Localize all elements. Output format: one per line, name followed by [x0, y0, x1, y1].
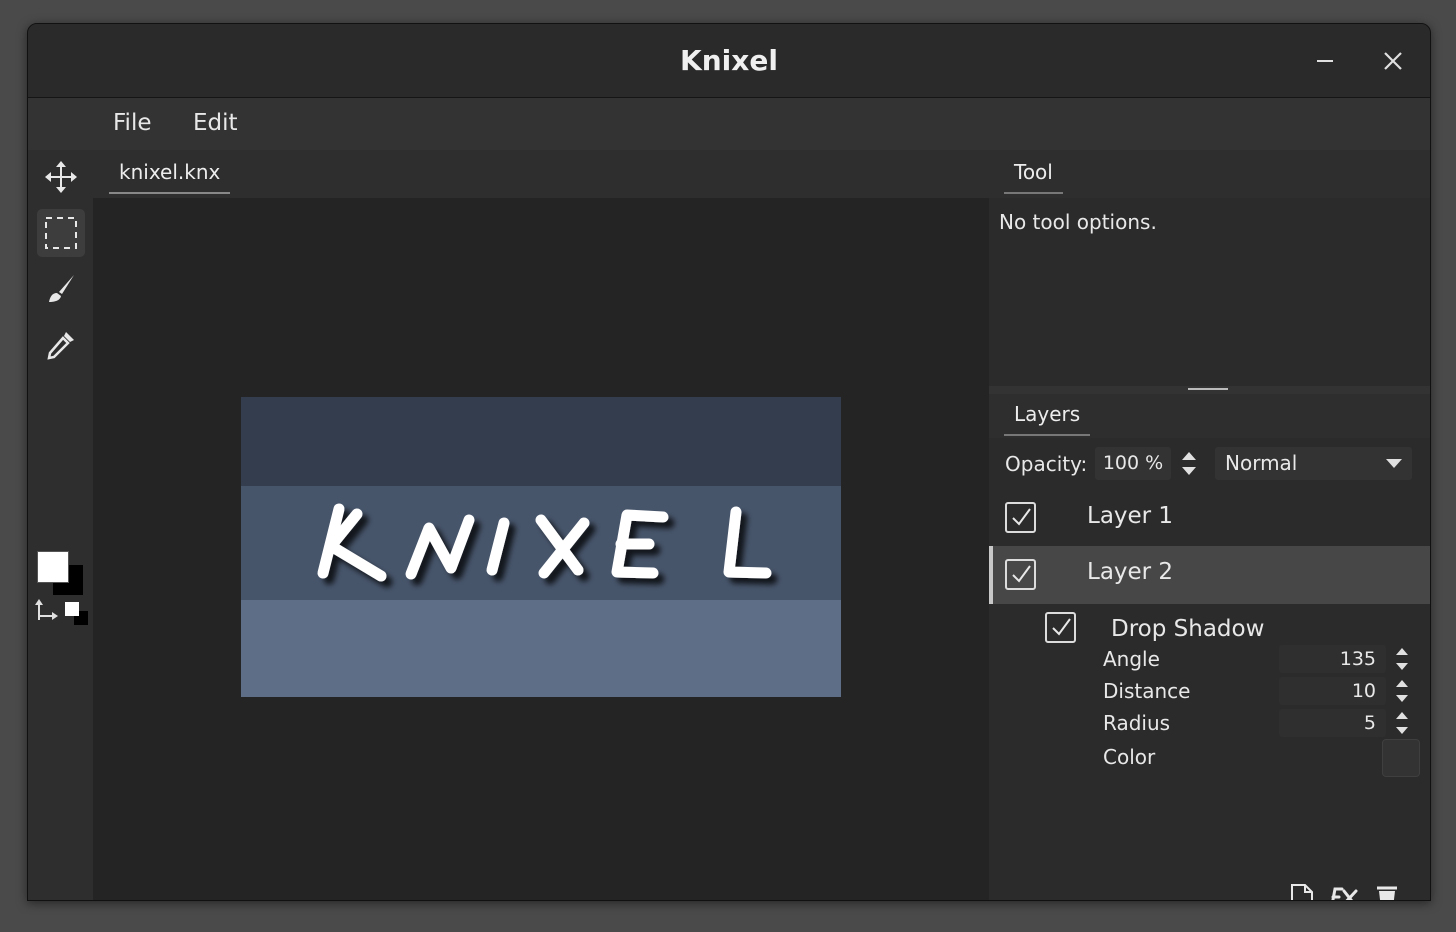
- knixel-lettering: [317, 503, 772, 582]
- menu-file[interactable]: File: [113, 110, 152, 136]
- window-title: Knixel: [680, 44, 778, 77]
- effect-drop-shadow-title: Drop Shadow: [1111, 616, 1265, 642]
- foreground-color-swatch[interactable]: [37, 551, 69, 583]
- canvas-band-bottom: [241, 600, 841, 697]
- minimize-icon: [1317, 60, 1333, 62]
- radius-stepper-icon[interactable]: [1394, 709, 1410, 737]
- layer-1-visibility-checkbox[interactable]: [1005, 502, 1036, 533]
- radius-label: Radius: [1103, 711, 1171, 735]
- image-canvas[interactable]: [241, 397, 841, 697]
- panel-splitter[interactable]: [989, 386, 1430, 394]
- color-label: Color: [1103, 745, 1156, 769]
- paintbrush-icon: [49, 275, 74, 302]
- tool-panel-header: Tool: [989, 150, 1430, 198]
- document-tab[interactable]: knixel.knx: [109, 160, 231, 194]
- splitter-handle[interactable]: [1188, 388, 1228, 390]
- no-tool-options-text: No tool options.: [999, 210, 1157, 234]
- move-arrows-icon: [45, 161, 77, 193]
- titlebar: Knixel: [28, 24, 1430, 98]
- layer-2-visibility-checkbox[interactable]: [1005, 559, 1036, 590]
- toolbox: [28, 150, 93, 900]
- new-layer-icon[interactable]: [1289, 883, 1315, 901]
- opacity-label: Opacity:: [1005, 452, 1088, 476]
- reset-colors-foreground[interactable]: [65, 602, 79, 616]
- close-button[interactable]: [1378, 46, 1408, 76]
- drop-shadow-enabled-checkbox[interactable]: [1045, 612, 1076, 643]
- chevron-down-icon: [1386, 459, 1402, 468]
- rect-select-tool[interactable]: [37, 209, 85, 257]
- tool-options: No tool options.: [989, 198, 1430, 389]
- angle-stepper-icon[interactable]: [1394, 645, 1410, 673]
- shadow-color-swatch[interactable]: [1382, 739, 1420, 777]
- radius-input[interactable]: 5: [1279, 709, 1386, 737]
- fx-icon[interactable]: [1329, 883, 1359, 901]
- brush-tool[interactable]: [37, 265, 85, 313]
- distance-stepper-icon[interactable]: [1394, 677, 1410, 705]
- eyedropper-icon: [47, 332, 74, 360]
- checkmark-icon: [1012, 565, 1031, 583]
- distance-input[interactable]: 10: [1279, 677, 1386, 705]
- checkmark-icon: [1052, 618, 1071, 636]
- canvas-band-top: [241, 397, 841, 486]
- distance-label: Distance: [1103, 679, 1191, 703]
- angle-label: Angle: [1103, 647, 1160, 671]
- checkmark-icon: [1012, 508, 1031, 526]
- right-panel: Tool No tool options. Layers Opacity: 10…: [989, 150, 1430, 900]
- eyedropper-tool[interactable]: [37, 321, 85, 369]
- dashed-rectangle-icon: [45, 217, 77, 249]
- move-tool[interactable]: [37, 153, 85, 201]
- close-icon: [1384, 52, 1402, 70]
- swap-colors-icon[interactable]: [35, 598, 59, 622]
- blend-mode-select[interactable]: Normal: [1215, 447, 1412, 480]
- menubar: File Edit: [28, 98, 1430, 150]
- blend-mode-value: Normal: [1225, 451, 1298, 475]
- app-window: Knixel File Edit knixel.knx Tool No tool…: [27, 23, 1431, 901]
- minimize-button[interactable]: [1310, 46, 1340, 76]
- tab-tool[interactable]: Tool: [1004, 160, 1063, 194]
- angle-input[interactable]: 135: [1279, 645, 1386, 673]
- layers-panel-header: Layers: [989, 394, 1430, 438]
- layer-2-name: Layer 2: [1087, 559, 1174, 585]
- layer-row-2[interactable]: Layer 2: [989, 546, 1430, 604]
- canvas-area[interactable]: [93, 198, 989, 900]
- tab-layers[interactable]: Layers: [1004, 402, 1091, 436]
- layer-1-name: Layer 1: [1087, 503, 1174, 529]
- layer-row-1[interactable]: Layer 1: [989, 490, 1430, 546]
- opacity-input[interactable]: 100 %: [1095, 447, 1171, 480]
- trash-icon[interactable]: [1375, 883, 1399, 901]
- menu-edit[interactable]: Edit: [193, 110, 238, 136]
- opacity-stepper-icon[interactable]: [1179, 448, 1199, 478]
- document-tabbar: knixel.knx: [93, 150, 989, 198]
